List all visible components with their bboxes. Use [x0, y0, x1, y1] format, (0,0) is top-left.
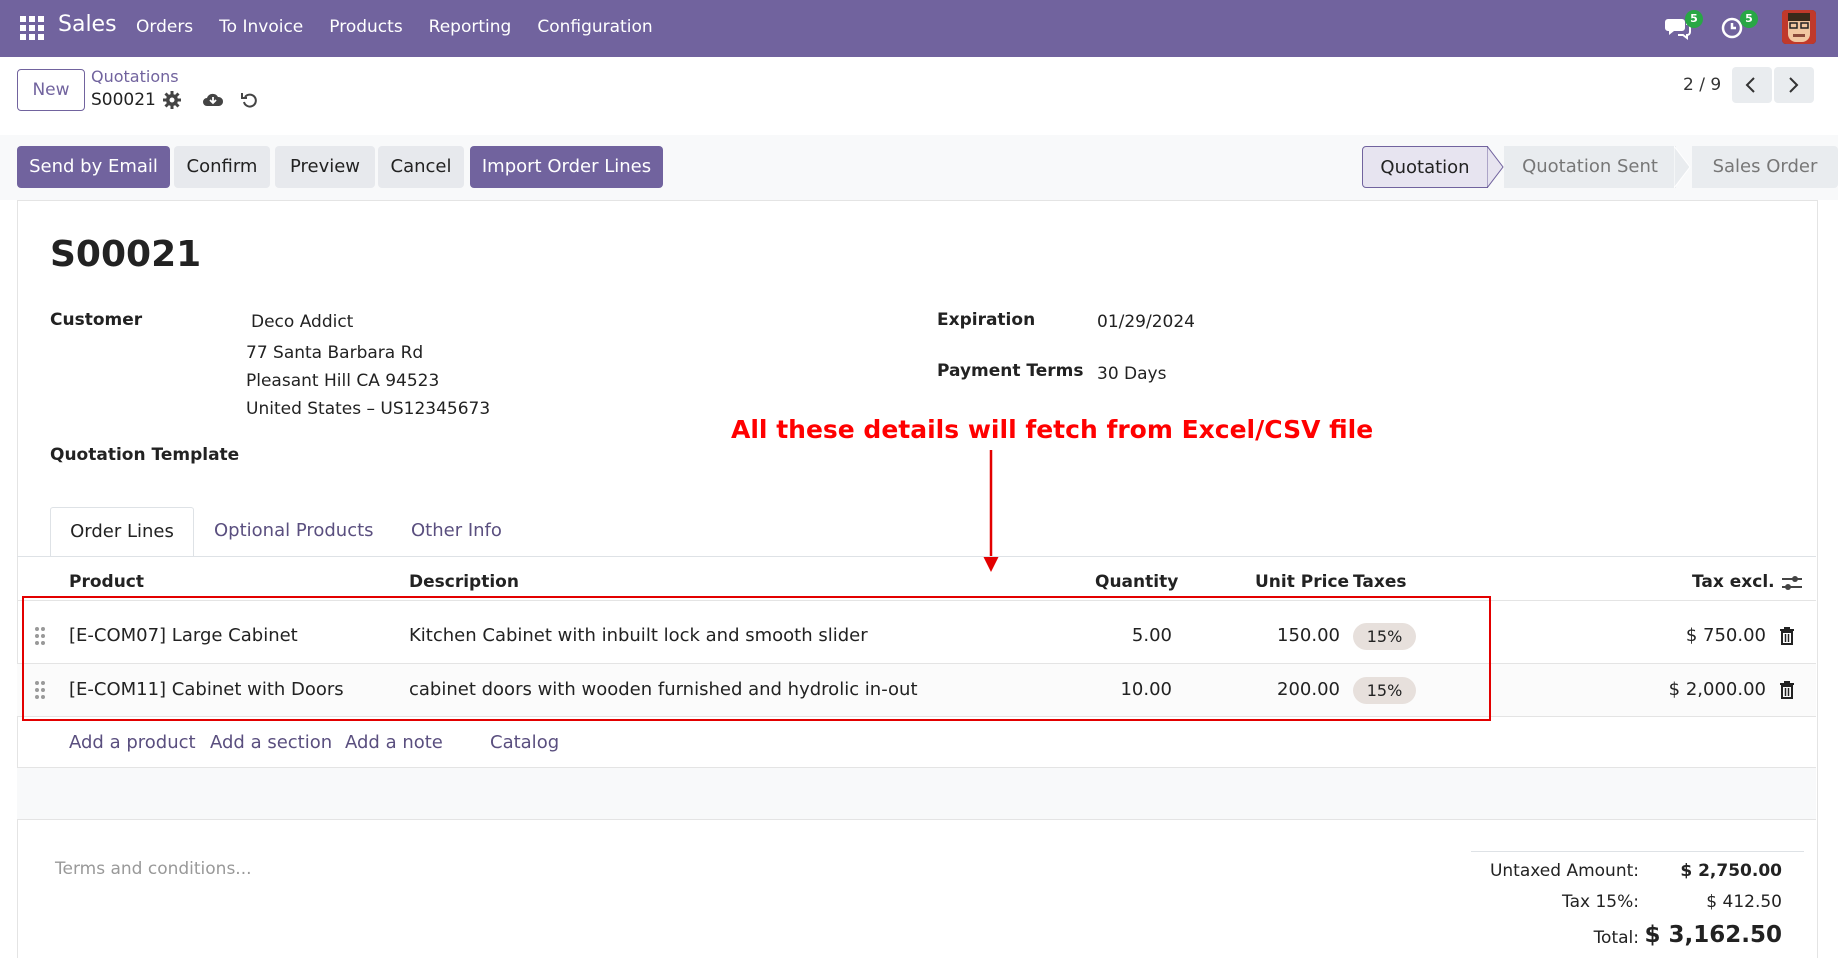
stage-arrow-icon: [1487, 146, 1504, 188]
row-subtotal: $ 750.00: [1685, 625, 1766, 646]
stage-quotation-sent[interactable]: Quotation Sent: [1504, 146, 1676, 188]
control-panel: New Quotations S00021 2 / 9: [0, 57, 1838, 136]
cloud-save-icon[interactable]: [202, 90, 224, 110]
menu-item-configuration[interactable]: Configuration: [537, 17, 652, 37]
stage-arrow-icon: [1674, 146, 1691, 188]
column-header-unit-price[interactable]: Unit Price: [1255, 572, 1349, 592]
customer-label: Customer: [50, 310, 143, 330]
tax-amount-label: Tax 15%:: [1562, 892, 1639, 912]
confirm-button[interactable]: Confirm: [174, 146, 270, 188]
catalog-link[interactable]: Catalog: [490, 732, 559, 753]
cancel-button[interactable]: Cancel: [378, 146, 464, 188]
discard-icon[interactable]: [240, 90, 260, 110]
annotation-text: All these details will fetch from Excel/…: [731, 415, 1374, 444]
user-avatar[interactable]: [1782, 10, 1816, 44]
expiration-label: Expiration: [937, 310, 1036, 330]
new-button[interactable]: New: [17, 69, 85, 111]
trash-icon[interactable]: [1779, 681, 1795, 699]
chevron-right-icon: [1789, 77, 1799, 93]
top-navbar: Sales Orders To Invoice Products Reporti…: [0, 0, 1838, 57]
user-face-icon: [1782, 10, 1816, 44]
customer-address-line: Pleasant Hill CA 94523: [246, 371, 440, 391]
chevron-left-icon: [1745, 77, 1755, 93]
column-header-product[interactable]: Product: [69, 572, 144, 592]
add-section-link[interactable]: Add a section: [210, 732, 332, 753]
tab-other-info[interactable]: Other Info: [411, 507, 502, 557]
main-menu: Orders To Invoice Products Reporting Con…: [136, 17, 679, 37]
tax-amount-value: $ 412.50: [1706, 892, 1782, 912]
stage-sales-order[interactable]: Sales Order: [1692, 146, 1838, 188]
customer-field[interactable]: Deco Addict: [251, 312, 353, 332]
column-header-quantity[interactable]: Quantity: [1095, 572, 1178, 592]
menu-item-orders[interactable]: Orders: [136, 17, 193, 37]
order-name-title: S00021: [50, 234, 202, 275]
stage-quotation[interactable]: Quotation: [1362, 146, 1488, 188]
add-note-link[interactable]: Add a note: [345, 732, 443, 753]
pager-next-button[interactable]: [1774, 67, 1814, 103]
activities-count-badge: 5: [1740, 10, 1758, 28]
terms-and-conditions-field[interactable]: Terms and conditions...: [55, 859, 252, 879]
menu-item-reporting[interactable]: Reporting: [429, 17, 512, 37]
expiration-field[interactable]: 01/29/2024: [1097, 312, 1195, 332]
messages-count-badge: 5: [1685, 10, 1703, 28]
tab-order-lines[interactable]: Order Lines: [50, 507, 194, 557]
totals-divider: [1471, 851, 1804, 852]
customer-address-line: 77 Santa Barbara Rd: [246, 343, 424, 363]
breadcrumb-current: S00021: [91, 90, 156, 110]
apps-grid-icon[interactable]: [20, 16, 44, 40]
row-subtotal: $ 2,000.00: [1668, 679, 1766, 700]
untaxed-amount-label: Untaxed Amount:: [1489, 861, 1639, 881]
tab-optional-products[interactable]: Optional Products: [214, 507, 374, 557]
column-header-description[interactable]: Description: [409, 572, 519, 592]
messages-button[interactable]: 5: [1665, 10, 1703, 42]
customer-address-line: United States – US12345673: [246, 399, 491, 419]
pager-previous-button[interactable]: [1732, 67, 1772, 103]
table-footer: [17, 767, 1816, 820]
send-by-email-button[interactable]: Send by Email: [17, 146, 170, 188]
add-product-link[interactable]: Add a product: [69, 732, 196, 753]
pager-value: 2 / 9: [1683, 75, 1722, 95]
optional-columns-icon[interactable]: [1782, 574, 1802, 592]
untaxed-amount-value: $ 2,750.00: [1680, 861, 1782, 881]
menu-item-to-invoice[interactable]: To Invoice: [219, 17, 303, 37]
quotation-template-label: Quotation Template: [50, 445, 240, 465]
column-header-taxes[interactable]: Taxes: [1353, 572, 1407, 592]
tab-divider: [17, 556, 1816, 557]
payment-terms-field[interactable]: 30 Days: [1097, 364, 1166, 384]
gear-icon[interactable]: [162, 90, 182, 110]
highlight-box: [22, 596, 1491, 721]
activities-button[interactable]: 5: [1720, 10, 1758, 42]
total-value: $ 3,162.50: [1644, 922, 1782, 948]
import-order-lines-button[interactable]: Import Order Lines: [470, 146, 663, 188]
breadcrumb-quotations[interactable]: Quotations: [91, 67, 179, 86]
menu-item-products[interactable]: Products: [329, 17, 402, 37]
column-header-tax-excl[interactable]: Tax excl.: [1692, 572, 1775, 592]
preview-button[interactable]: Preview: [275, 146, 375, 188]
app-name[interactable]: Sales: [58, 12, 117, 37]
trash-icon[interactable]: [1779, 627, 1795, 645]
payment-terms-label: Payment Terms: [937, 361, 1084, 381]
